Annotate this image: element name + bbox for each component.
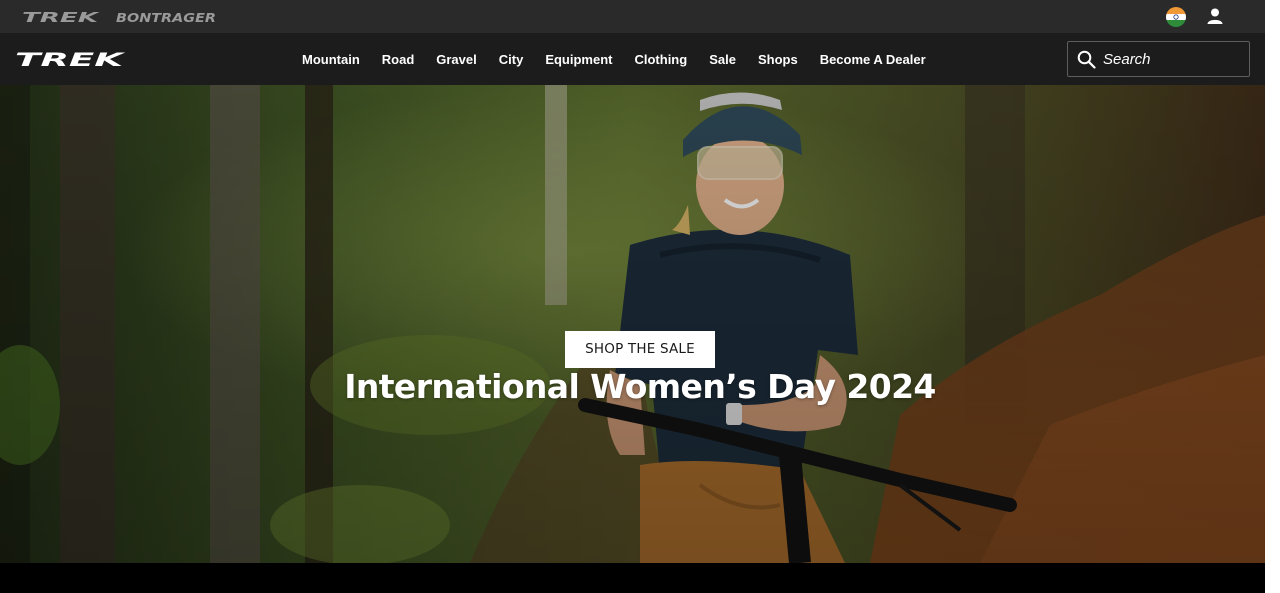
brand-bar: TREK BONTRAGER: [0, 0, 1265, 33]
hero-banner: International Women’s Day 2024 SHOP THE …: [0, 85, 1265, 563]
nav-item-mountain[interactable]: Mountain: [302, 52, 360, 67]
nav-item-city[interactable]: City: [499, 52, 524, 67]
scrollbar-gutter: [1265, 0, 1280, 593]
shop-the-sale-button[interactable]: SHOP THE SALE: [565, 331, 715, 368]
brand-link-bontrager[interactable]: BONTRAGER: [116, 0, 220, 33]
nav-menu: Mountain Road Gravel City Equipment Clot…: [302, 33, 926, 85]
search-icon: [1077, 50, 1096, 69]
trek-logo[interactable]: TREK: [15, 49, 125, 71]
page: TREK BONTRAGER TREK Mountain Road Gravel…: [0, 0, 1265, 593]
search-box[interactable]: [1067, 41, 1250, 77]
nav-item-become-a-dealer[interactable]: Become A Dealer: [820, 52, 926, 67]
search-input[interactable]: [1103, 50, 1233, 68]
svg-text:TREK: TREK: [15, 50, 125, 68]
svg-text:BONTRAGER: BONTRAGER: [116, 11, 216, 23]
hero-image: [0, 85, 1265, 563]
main-nav: TREK Mountain Road Gravel City Equipment…: [0, 33, 1265, 85]
nav-item-sale[interactable]: Sale: [709, 52, 736, 67]
trek-wordmark: TREK: [22, 11, 100, 23]
page-footer-strip: [0, 563, 1265, 593]
bontrager-wordmark: BONTRAGER: [116, 11, 216, 23]
india-flag-icon[interactable]: [1166, 7, 1186, 27]
hero-title: International Women’s Day 2024: [344, 367, 936, 406]
brand-link-trek[interactable]: TREK: [22, 0, 102, 33]
user-icon[interactable]: [1205, 6, 1225, 26]
nav-item-road[interactable]: Road: [382, 52, 415, 67]
nav-item-gravel[interactable]: Gravel: [436, 52, 476, 67]
svg-text:TREK: TREK: [22, 11, 100, 23]
nav-item-equipment[interactable]: Equipment: [545, 52, 612, 67]
nav-item-shops[interactable]: Shops: [758, 52, 798, 67]
nav-item-clothing[interactable]: Clothing: [634, 52, 687, 67]
